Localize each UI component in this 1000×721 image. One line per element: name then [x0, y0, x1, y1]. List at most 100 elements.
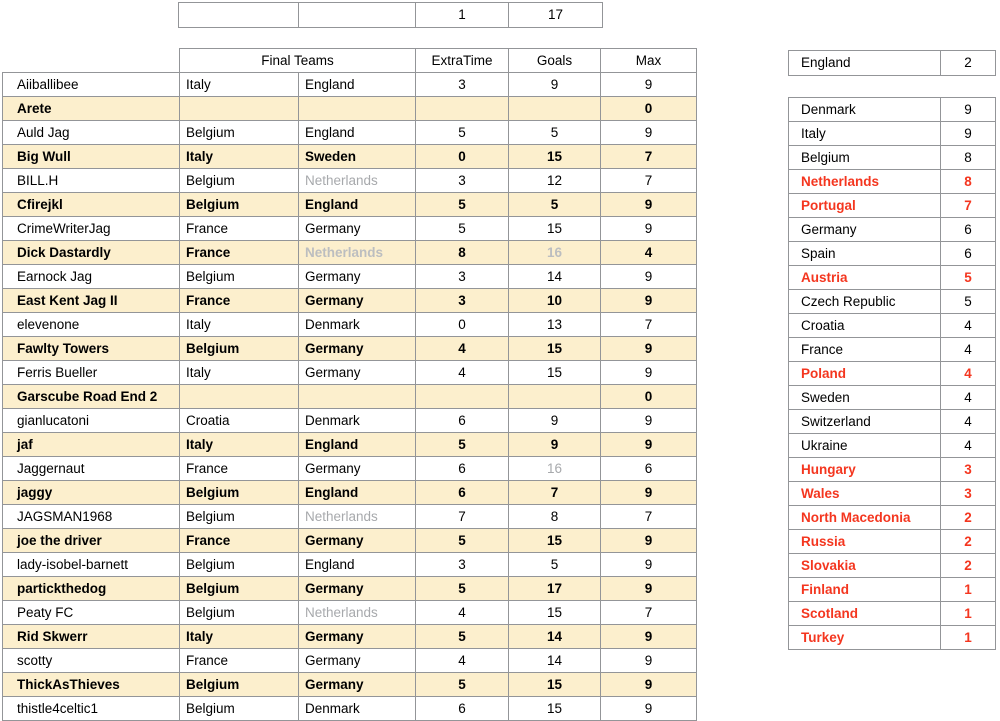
entry-max: 9 [600, 408, 697, 433]
country-name: Czech Republic [788, 289, 941, 314]
country-row: Germany 6 [788, 217, 996, 242]
entry-goals: 15 [508, 216, 601, 241]
table-row: Arete 0 [2, 96, 697, 121]
entry-goals: 15 [508, 528, 601, 553]
entry-goals: 15 [508, 336, 601, 361]
england-table-body: England 2 [788, 50, 996, 76]
entry-max: 9 [600, 288, 697, 313]
entry-goals: 14 [508, 648, 601, 673]
table-row: jaggy Belgium England 6 7 9 [2, 480, 697, 505]
entry-goals: 15 [508, 144, 601, 169]
entry-name: Fawlty Towers [2, 336, 180, 361]
entry-goals: 10 [508, 288, 601, 313]
entry-team1: Italy [179, 72, 299, 97]
entry-team1: Belgium [179, 120, 299, 145]
country-name: Sweden [788, 385, 941, 410]
country-row: Belgium 8 [788, 145, 996, 170]
table-row: Big Wull Italy Sweden 0 15 7 [2, 144, 697, 169]
entry-max: 0 [600, 384, 697, 409]
entry-goals: 8 [508, 504, 601, 529]
table-row: Rid Skwerr Italy Germany 5 14 9 [2, 624, 697, 649]
country-name: Ukraine [788, 433, 941, 458]
entry-team2: Denmark [298, 312, 416, 337]
entry-team1: France [179, 528, 299, 553]
entry-name: Arete [2, 96, 180, 121]
entry-max: 9 [600, 672, 697, 697]
entry-name: Earnock Jag [2, 264, 180, 289]
entry-team2: Germany [298, 648, 416, 673]
entry-team1: France [179, 648, 299, 673]
entry-extratime: 6 [415, 456, 509, 481]
entry-goals: 9 [508, 408, 601, 433]
entry-team2: Germany [298, 528, 416, 553]
country-name: Scotland [788, 601, 941, 626]
entry-goals: 5 [508, 120, 601, 145]
entry-name: partickthedog [2, 576, 180, 601]
entry-extratime: 4 [415, 600, 509, 625]
country-name: Finland [788, 577, 941, 602]
country-row: Sweden 4 [788, 385, 996, 410]
country-row: Slovakia 2 [788, 553, 996, 578]
entry-extratime: 5 [415, 576, 509, 601]
entry-goals [508, 96, 601, 121]
entry-team1 [179, 96, 299, 121]
entry-team2: Germany [298, 672, 416, 697]
country-row: Croatia 4 [788, 313, 996, 338]
header-max: Max [600, 48, 697, 73]
entry-name: Big Wull [2, 144, 180, 169]
entry-team2 [298, 384, 416, 409]
entry-extratime: 6 [415, 408, 509, 433]
entry-max: 9 [600, 576, 697, 601]
entry-goals: 16 [508, 240, 601, 265]
table-row: scotty France Germany 4 14 9 [2, 648, 697, 673]
entry-team1: Belgium [179, 480, 299, 505]
header-goals: Goals [508, 48, 601, 73]
entry-max: 9 [600, 624, 697, 649]
country-row: Hungary 3 [788, 457, 996, 482]
table-row: Auld Jag Belgium England 5 5 9 [2, 120, 697, 145]
entry-extratime: 4 [415, 336, 509, 361]
entry-team1: France [179, 288, 299, 313]
entries-table-header: Final Teams ExtraTime Goals Max [3, 48, 697, 73]
country-count: 9 [940, 121, 996, 146]
entry-name: Aiiballibee [2, 72, 180, 97]
country-row: Portugal 7 [788, 193, 996, 218]
table-row: Peaty FC Belgium Netherlands 4 15 7 [2, 600, 697, 625]
mini-table-body: 1 17 [178, 2, 603, 28]
entry-team2: England [298, 72, 416, 97]
table-row: elevenone Italy Denmark 0 13 7 [2, 312, 697, 337]
entry-extratime: 7 [415, 504, 509, 529]
entry-name: JAGSMAN1968 [2, 504, 180, 529]
table-row: East Kent Jag II France Germany 3 10 9 [2, 288, 697, 313]
entry-goals: 16 [508, 456, 601, 481]
table-row: jaf Italy England 5 9 9 [2, 432, 697, 457]
entry-team2: England [298, 552, 416, 577]
country-row: Denmark 9 [788, 97, 996, 122]
header-name-blank [3, 49, 180, 73]
entry-team2: Germany [298, 456, 416, 481]
entry-name: jaf [2, 432, 180, 457]
entry-extratime: 3 [415, 168, 509, 193]
entry-team2: Germany [298, 360, 416, 385]
entry-max: 9 [600, 480, 697, 505]
entry-extratime: 6 [415, 696, 509, 721]
entry-goals: 5 [508, 192, 601, 217]
country-name: Hungary [788, 457, 941, 482]
entry-max: 7 [600, 600, 697, 625]
country-row: Russia 2 [788, 529, 996, 554]
country-row: Czech Republic 5 [788, 289, 996, 314]
entry-team1: Croatia [179, 408, 299, 433]
entry-extratime: 5 [415, 216, 509, 241]
entry-name: Auld Jag [2, 120, 180, 145]
entry-team2: Germany [298, 264, 416, 289]
table-row: Jaggernaut France Germany 6 16 6 [2, 456, 697, 481]
entry-team2: Germany [298, 336, 416, 361]
entry-max: 9 [600, 336, 697, 361]
country-name: England [788, 50, 941, 76]
entry-name: jaggy [2, 480, 180, 505]
country-name: Netherlands [788, 169, 941, 194]
entry-team1: Belgium [179, 696, 299, 721]
country-count: 1 [940, 577, 996, 602]
entry-extratime: 5 [415, 624, 509, 649]
entry-team1: France [179, 240, 299, 265]
